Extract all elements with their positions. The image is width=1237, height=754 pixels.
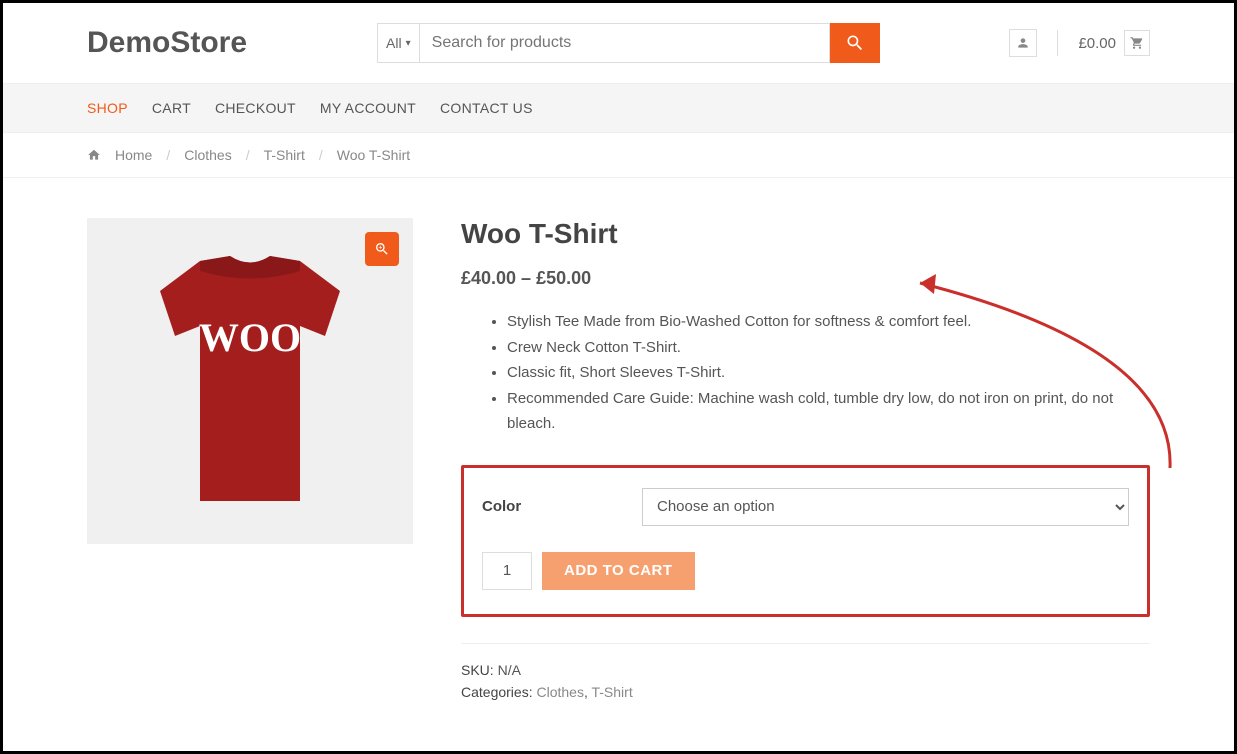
sku-meta: SKU: N/A xyxy=(461,662,1150,678)
main-nav: SHOP CART CHECKOUT MY ACCOUNT CONTACT US xyxy=(3,83,1234,133)
product-price: £40.00 – £50.00 xyxy=(461,268,1150,289)
search-form: All ▾ xyxy=(377,23,880,63)
breadcrumb-separator: / xyxy=(319,147,323,163)
breadcrumb-home[interactable]: Home xyxy=(115,147,152,163)
annotation-highlight-box: Color Choose an option ADD TO CART xyxy=(461,465,1150,617)
breadcrumb-clothes[interactable]: Clothes xyxy=(184,147,231,163)
search-icon xyxy=(845,33,865,53)
cart-icon xyxy=(1130,36,1144,50)
breadcrumb: Home / Clothes / T-Shirt / Woo T-Shirt xyxy=(3,133,1234,178)
nav-cart[interactable]: CART xyxy=(152,84,191,132)
nav-checkout[interactable]: CHECKOUT xyxy=(215,84,296,132)
sku-value: N/A xyxy=(498,662,521,678)
categories-label: Categories: xyxy=(461,684,533,700)
zoom-button[interactable] xyxy=(365,232,399,266)
user-icon xyxy=(1016,36,1030,50)
zoom-in-icon xyxy=(374,241,390,257)
product-image[interactable]: WOO xyxy=(140,251,360,511)
header-divider xyxy=(1057,30,1058,56)
product-gallery: WOO xyxy=(87,218,413,544)
description-item: Classic fit, Short Sleeves T-Shirt. xyxy=(507,360,1150,386)
category-select-label: All xyxy=(386,35,402,51)
cart-total: £0.00 xyxy=(1078,35,1116,52)
breadcrumb-current: Woo T-Shirt xyxy=(337,147,410,163)
chevron-down-icon: ▾ xyxy=(406,38,411,49)
breadcrumb-tshirt[interactable]: T-Shirt xyxy=(264,147,305,163)
product-summary: Woo T-Shirt £40.00 – £50.00 Stylish Tee … xyxy=(461,218,1150,706)
product-area: WOO Woo T-Shirt £40.00 – £50.00 Stylish … xyxy=(3,178,1234,726)
description-item: Stylish Tee Made from Bio-Washed Cotton … xyxy=(507,309,1150,335)
breadcrumb-separator: / xyxy=(166,147,170,163)
color-select[interactable]: Choose an option xyxy=(642,488,1129,526)
category-link-tshirt[interactable]: T-Shirt xyxy=(591,684,632,700)
description-item: Crew Neck Cotton T-Shirt. xyxy=(507,335,1150,361)
meta-divider xyxy=(461,643,1150,644)
add-to-cart-button[interactable]: ADD TO CART xyxy=(542,552,695,590)
categories-meta: Categories: Clothes, T-Shirt xyxy=(461,684,1150,700)
nav-contact-us[interactable]: CONTACT US xyxy=(440,84,533,132)
search-button[interactable] xyxy=(830,23,880,63)
product-image-text: WOO xyxy=(199,315,301,360)
site-logo[interactable]: DemoStore xyxy=(87,26,247,60)
nav-my-account[interactable]: MY ACCOUNT xyxy=(320,84,416,132)
home-icon xyxy=(87,148,101,162)
breadcrumb-separator: / xyxy=(246,147,250,163)
add-to-cart-row: ADD TO CART xyxy=(482,552,1129,590)
category-select[interactable]: All ▾ xyxy=(377,23,420,63)
account-button[interactable] xyxy=(1009,29,1037,57)
nav-shop[interactable]: SHOP xyxy=(87,84,128,132)
category-link-clothes[interactable]: Clothes xyxy=(536,684,583,700)
variation-row: Color Choose an option xyxy=(482,488,1129,526)
product-title: Woo T-Shirt xyxy=(461,218,1150,250)
product-description: Stylish Tee Made from Bio-Washed Cotton … xyxy=(461,309,1150,437)
variation-label: Color xyxy=(482,498,642,515)
cart-link[interactable]: £0.00 xyxy=(1078,30,1150,56)
description-item: Recommended Care Guide: Machine wash col… xyxy=(507,386,1150,437)
quantity-input[interactable] xyxy=(482,552,532,590)
search-input[interactable] xyxy=(420,23,830,63)
sku-label: SKU: xyxy=(461,662,494,678)
